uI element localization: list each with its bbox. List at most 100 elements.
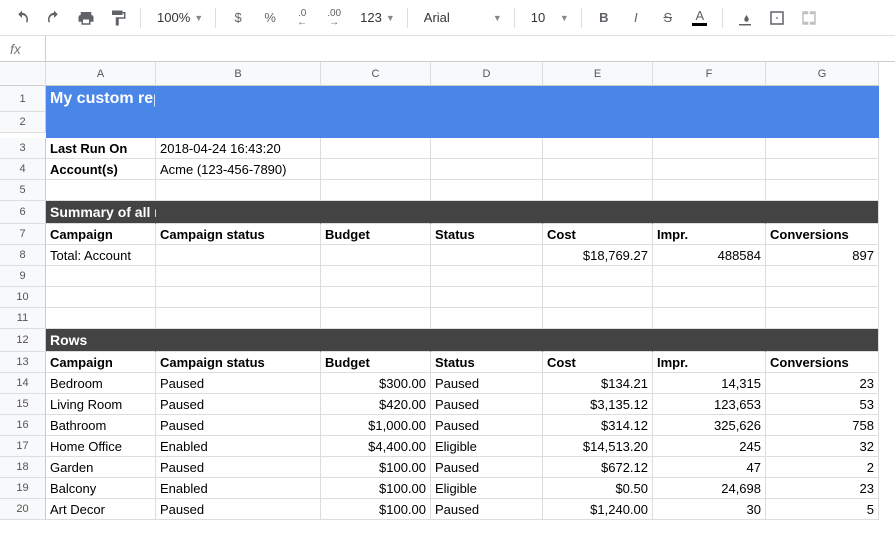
cell[interactable]: 32 bbox=[766, 436, 879, 457]
more-formats-select[interactable]: 123▼ bbox=[352, 6, 399, 30]
cell[interactable]: $672.12 bbox=[543, 457, 653, 478]
fill-color-button[interactable] bbox=[731, 4, 759, 32]
cell[interactable] bbox=[156, 86, 321, 112]
cell[interactable]: Enabled bbox=[156, 478, 321, 499]
cell[interactable]: 123,653 bbox=[653, 394, 766, 415]
cell[interactable]: Impr. bbox=[653, 224, 766, 245]
cell[interactable]: Impr. bbox=[653, 352, 766, 373]
cell[interactable]: Paused bbox=[156, 394, 321, 415]
cell[interactable]: Campaign status bbox=[156, 224, 321, 245]
cell[interactable]: $100.00 bbox=[321, 457, 431, 478]
cell[interactable] bbox=[156, 287, 321, 308]
format-percent-button[interactable]: % bbox=[256, 4, 284, 32]
strikethrough-button[interactable]: S bbox=[654, 4, 682, 32]
cell[interactable]: Paused bbox=[431, 394, 543, 415]
cell[interactable] bbox=[321, 201, 431, 224]
cell[interactable]: Paused bbox=[156, 415, 321, 436]
col-header-G[interactable]: G bbox=[766, 62, 879, 86]
cell[interactable]: Paused bbox=[156, 373, 321, 394]
cell[interactable]: Conversions bbox=[766, 224, 879, 245]
col-header-E[interactable]: E bbox=[543, 62, 653, 86]
cell[interactable]: 758 bbox=[766, 415, 879, 436]
cell[interactable] bbox=[431, 308, 543, 329]
cell[interactable]: $1,240.00 bbox=[543, 499, 653, 520]
cell[interactable]: 2018-04-24 16:43:20 bbox=[156, 138, 321, 159]
cell[interactable] bbox=[543, 180, 653, 201]
cell[interactable]: Bedroom bbox=[46, 373, 156, 394]
row-header-1[interactable]: 1 bbox=[0, 86, 46, 112]
cell[interactable]: Eligible bbox=[431, 478, 543, 499]
cell[interactable] bbox=[543, 329, 653, 352]
cell[interactable] bbox=[543, 138, 653, 159]
bold-button[interactable]: B bbox=[590, 4, 618, 32]
cell[interactable]: Cost bbox=[543, 352, 653, 373]
cell[interactable] bbox=[46, 308, 156, 329]
col-header-B[interactable]: B bbox=[156, 62, 321, 86]
cell[interactable]: Campaign bbox=[46, 352, 156, 373]
cell[interactable]: 325,626 bbox=[653, 415, 766, 436]
cell[interactable]: Acme (123-456-7890) bbox=[156, 159, 321, 180]
cell[interactable] bbox=[431, 180, 543, 201]
col-header-C[interactable]: C bbox=[321, 62, 431, 86]
cell[interactable]: Status bbox=[431, 224, 543, 245]
row-header-3[interactable]: 3 bbox=[0, 138, 46, 159]
cell[interactable] bbox=[653, 329, 766, 352]
cell[interactable]: Budget bbox=[321, 224, 431, 245]
cell[interactable] bbox=[46, 180, 156, 201]
cell[interactable] bbox=[431, 245, 543, 266]
cell[interactable] bbox=[156, 201, 321, 224]
cell[interactable]: $300.00 bbox=[321, 373, 431, 394]
cell[interactable]: Paused bbox=[156, 457, 321, 478]
cell[interactable]: 53 bbox=[766, 394, 879, 415]
cell[interactable]: $100.00 bbox=[321, 499, 431, 520]
col-header-A[interactable]: A bbox=[46, 62, 156, 86]
cell[interactable]: $134.21 bbox=[543, 373, 653, 394]
cell[interactable] bbox=[321, 287, 431, 308]
cell[interactable] bbox=[46, 287, 156, 308]
cell[interactable]: $314.12 bbox=[543, 415, 653, 436]
cell[interactable] bbox=[543, 159, 653, 180]
cell[interactable]: 897 bbox=[766, 245, 879, 266]
cell[interactable]: 47 bbox=[653, 457, 766, 478]
cell[interactable]: 5 bbox=[766, 499, 879, 520]
cell[interactable] bbox=[156, 112, 321, 138]
cell[interactable]: 488584 bbox=[653, 245, 766, 266]
borders-button[interactable] bbox=[763, 4, 791, 32]
row-header-7[interactable]: 7 bbox=[0, 224, 46, 245]
cell[interactable] bbox=[321, 180, 431, 201]
row-header-20[interactable]: 20 bbox=[0, 499, 46, 520]
cell[interactable]: Campaign status bbox=[156, 352, 321, 373]
cell[interactable] bbox=[321, 138, 431, 159]
row-header-19[interactable]: 19 bbox=[0, 478, 46, 499]
cell[interactable] bbox=[653, 159, 766, 180]
cell[interactable] bbox=[321, 245, 431, 266]
cell[interactable] bbox=[431, 329, 543, 352]
cell[interactable] bbox=[543, 201, 653, 224]
cell[interactable]: $100.00 bbox=[321, 478, 431, 499]
cell[interactable] bbox=[156, 329, 321, 352]
cell[interactable] bbox=[321, 329, 431, 352]
cell[interactable] bbox=[156, 308, 321, 329]
cell[interactable]: $4,400.00 bbox=[321, 436, 431, 457]
row-header-16[interactable]: 16 bbox=[0, 415, 46, 436]
row-header-11[interactable]: 11 bbox=[0, 308, 46, 329]
cell[interactable] bbox=[321, 112, 431, 138]
cell[interactable] bbox=[653, 86, 766, 112]
cell[interactable]: Cost bbox=[543, 224, 653, 245]
row-header-10[interactable]: 10 bbox=[0, 287, 46, 308]
row-header-8[interactable]: 8 bbox=[0, 245, 46, 266]
report-title[interactable]: My custom report bbox=[46, 86, 156, 112]
cell[interactable] bbox=[431, 138, 543, 159]
font-size-select[interactable]: 10▼ bbox=[523, 6, 573, 30]
format-currency-button[interactable]: $ bbox=[224, 4, 252, 32]
row-header-6[interactable]: 6 bbox=[0, 201, 46, 224]
undo-button[interactable] bbox=[8, 4, 36, 32]
cell[interactable]: Bathroom bbox=[46, 415, 156, 436]
cell[interactable]: $420.00 bbox=[321, 394, 431, 415]
cell[interactable]: Eligible bbox=[431, 436, 543, 457]
cell[interactable] bbox=[653, 308, 766, 329]
text-color-button[interactable]: A bbox=[686, 4, 714, 32]
cell[interactable] bbox=[766, 329, 879, 352]
row-header-5[interactable]: 5 bbox=[0, 180, 46, 201]
cell[interactable] bbox=[46, 266, 156, 287]
